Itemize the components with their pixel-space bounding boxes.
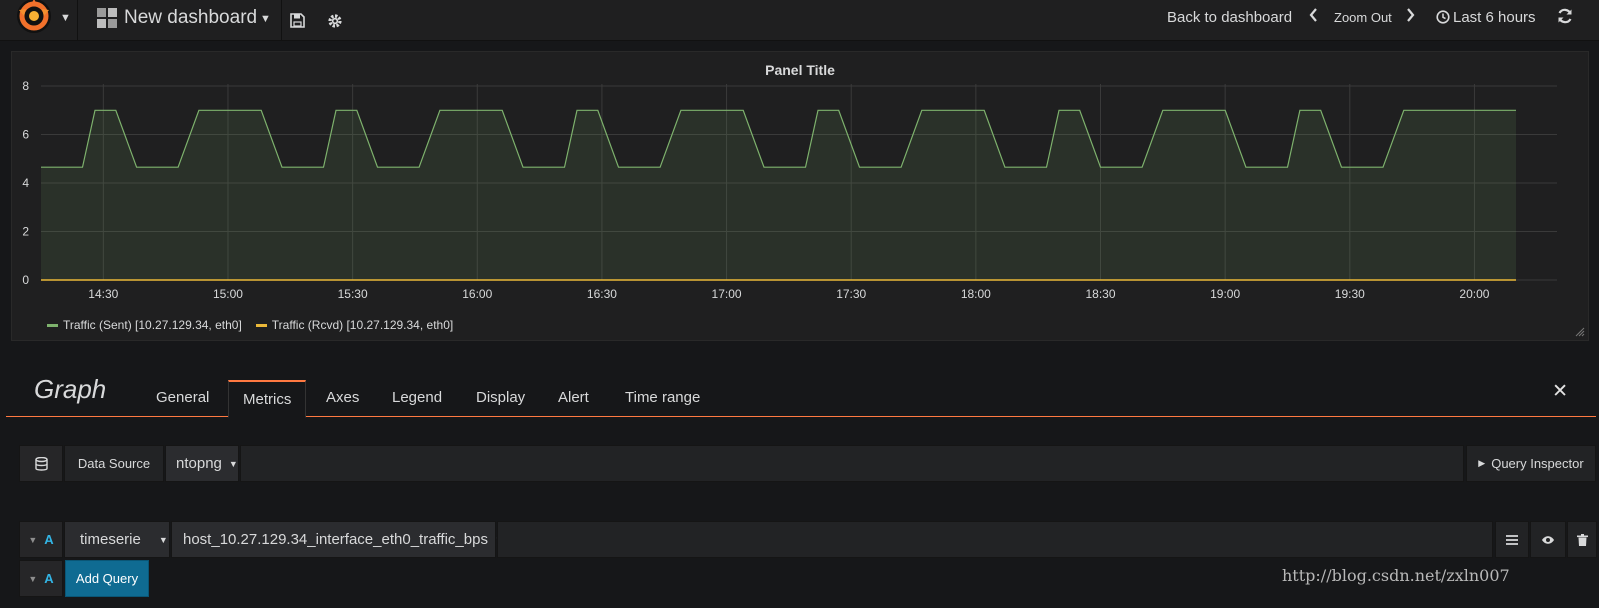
editor-title: Graph bbox=[34, 374, 107, 404]
query-type-value: timeserie bbox=[80, 531, 141, 548]
dashboard-grid-icon bbox=[97, 8, 117, 28]
x-tick-label: 14:30 bbox=[88, 287, 118, 301]
query-metric-select[interactable]: host_10.27.129.34_interface_eth0_traffic… bbox=[171, 521, 504, 558]
x-tick-label: 15:30 bbox=[338, 287, 368, 301]
hamburger-icon bbox=[1506, 534, 1518, 545]
add-query-ref: ▼ A bbox=[19, 560, 63, 597]
y-tick-label: 6 bbox=[22, 128, 29, 142]
datasource-value: ntopng bbox=[176, 455, 222, 472]
query-inspector-button[interactable]: ▶ Query Inspector bbox=[1466, 445, 1596, 482]
chevron-down-icon: ▼ bbox=[28, 573, 38, 584]
y-tick-label: 2 bbox=[22, 225, 29, 239]
top-navbar: ▼ New dashboard ▼ Back to dashboard Zoom… bbox=[0, 0, 1599, 41]
chevron-down-icon: ▼ bbox=[28, 534, 38, 545]
traffic-chart: 0 2 4 6 8 14:30 15:00 15:30 16:00 16:30 17:00 17:30… bbox=[22, 79, 1557, 301]
x-tick-label: 19:30 bbox=[1335, 287, 1365, 301]
zoom-out-button[interactable]: Zoom Out bbox=[1334, 10, 1392, 25]
time-forward-button[interactable] bbox=[1406, 8, 1415, 26]
query-type-select[interactable]: timeserie ▼ bbox=[64, 521, 170, 558]
x-tick-label: 16:00 bbox=[462, 287, 492, 301]
refresh-button[interactable] bbox=[1557, 8, 1573, 28]
legend-label-rcvd: Traffic (Rcvd) [10.27.129.34, eth0] bbox=[271, 318, 454, 332]
tab-metrics[interactable]: Metrics bbox=[228, 380, 307, 418]
query-inspector-label: Query Inspector bbox=[1491, 456, 1584, 471]
query-row-a: ▼ A timeserie ▼ host_10.27.129.34_interf… bbox=[19, 521, 1597, 558]
watermark-text: http://blog.csdn.net/zxln007 bbox=[1282, 566, 1510, 585]
datasource-select[interactable]: ntopng ▼ bbox=[165, 445, 239, 482]
refresh-icon bbox=[1558, 8, 1572, 24]
chart-legend: Traffic (Sent) [10.27.129.34, eth0] Traf… bbox=[47, 318, 453, 332]
eye-icon bbox=[1542, 535, 1554, 544]
x-tick-label: 20:00 bbox=[1459, 287, 1489, 301]
y-tick-label: 0 bbox=[22, 273, 29, 287]
y-tick-label: 8 bbox=[22, 79, 29, 93]
tab-time-range[interactable]: Time range bbox=[611, 380, 714, 417]
x-tick-label: 19:00 bbox=[1210, 287, 1240, 301]
time-back-button[interactable] bbox=[1309, 8, 1318, 26]
chevron-down-icon: ▼ bbox=[260, 13, 271, 25]
back-to-dashboard-link[interactable]: Back to dashboard bbox=[1167, 9, 1292, 26]
chevron-down-icon: ▼ bbox=[228, 458, 238, 469]
query-filler bbox=[497, 521, 1493, 558]
dashboard-picker[interactable]: New dashboard ▼ bbox=[82, 0, 282, 41]
panel-editor-header: Graph General Metrics Axes Legend Displa… bbox=[6, 372, 1596, 418]
graph-panel[interactable]: Panel Title 0 2 4 6 8 14:30 15:00 15:30 16:00 16:… bbox=[11, 51, 1589, 341]
query-delete-button[interactable] bbox=[1567, 521, 1597, 558]
chevron-left-icon bbox=[1309, 8, 1317, 22]
chevron-down-icon: ▼ bbox=[158, 534, 168, 545]
legend-item-rcvd[interactable]: Traffic (Rcvd) [10.27.129.34, eth0] bbox=[255, 318, 454, 332]
datasource-icon-box bbox=[19, 445, 63, 482]
x-tick-label: 18:30 bbox=[1085, 287, 1115, 301]
add-query-row: ▼ A Add Query bbox=[19, 560, 179, 597]
tab-legend[interactable]: Legend bbox=[378, 380, 456, 417]
tab-axes[interactable]: Axes bbox=[312, 380, 373, 417]
x-tick-label: 17:30 bbox=[836, 287, 866, 301]
legend-swatch-rcvd bbox=[255, 323, 267, 327]
dashboard-title: New dashboard bbox=[124, 7, 258, 28]
datasource-label: Data Source bbox=[64, 445, 164, 482]
x-tick-label: 15:00 bbox=[213, 287, 243, 301]
tab-display[interactable]: Display bbox=[462, 380, 539, 417]
x-tick-label: 18:00 bbox=[961, 287, 991, 301]
chevron-right-icon bbox=[1407, 8, 1415, 22]
query-collapse-toggle[interactable]: ▼ A bbox=[19, 521, 63, 558]
x-tick-label: 16:30 bbox=[587, 287, 617, 301]
time-range-label: Last 6 hours bbox=[1453, 9, 1536, 26]
query-metric-value: host_10.27.129.34_interface_eth0_traffic… bbox=[183, 531, 488, 548]
tab-alert[interactable]: Alert bbox=[544, 380, 603, 417]
caret-right-icon: ▶ bbox=[1478, 458, 1486, 468]
save-icon bbox=[289, 13, 305, 28]
query-ref-letter: A bbox=[44, 532, 54, 547]
add-query-button[interactable]: Add Query bbox=[65, 560, 149, 597]
tab-general[interactable]: General bbox=[142, 380, 223, 417]
trash-icon bbox=[1576, 533, 1588, 546]
time-picker-button[interactable]: Last 6 hours bbox=[1436, 9, 1536, 26]
clock-icon bbox=[1436, 10, 1450, 24]
close-editor-icon[interactable]: ✕ bbox=[1552, 380, 1568, 403]
query-toggle-visibility-button[interactable] bbox=[1530, 521, 1566, 558]
legend-item-sent[interactable]: Traffic (Sent) [10.27.129.34, eth0] bbox=[47, 318, 242, 332]
y-tick-label: 4 bbox=[22, 176, 29, 190]
x-tick-label: 17:00 bbox=[712, 287, 742, 301]
datasource-filler bbox=[240, 445, 1464, 482]
legend-swatch-sent bbox=[47, 323, 58, 327]
query-menu-button[interactable] bbox=[1495, 521, 1529, 558]
database-icon bbox=[34, 456, 48, 471]
add-query-ref-letter: A bbox=[44, 571, 54, 586]
grafana-logo-icon bbox=[17, 0, 51, 33]
settings-button[interactable] bbox=[316, 0, 354, 41]
chevron-down-icon: ▼ bbox=[60, 12, 71, 24]
gear-icon bbox=[328, 13, 342, 28]
grafana-menu-button[interactable]: ▼ bbox=[8, 0, 78, 41]
legend-label-sent: Traffic (Sent) [10.27.129.34, eth0] bbox=[63, 318, 242, 332]
save-dashboard-button[interactable] bbox=[278, 0, 316, 41]
datasource-row: Data Source ntopng ▼ ▶ Query Inspector bbox=[19, 445, 1596, 482]
resize-handle-icon[interactable] bbox=[1575, 327, 1585, 337]
